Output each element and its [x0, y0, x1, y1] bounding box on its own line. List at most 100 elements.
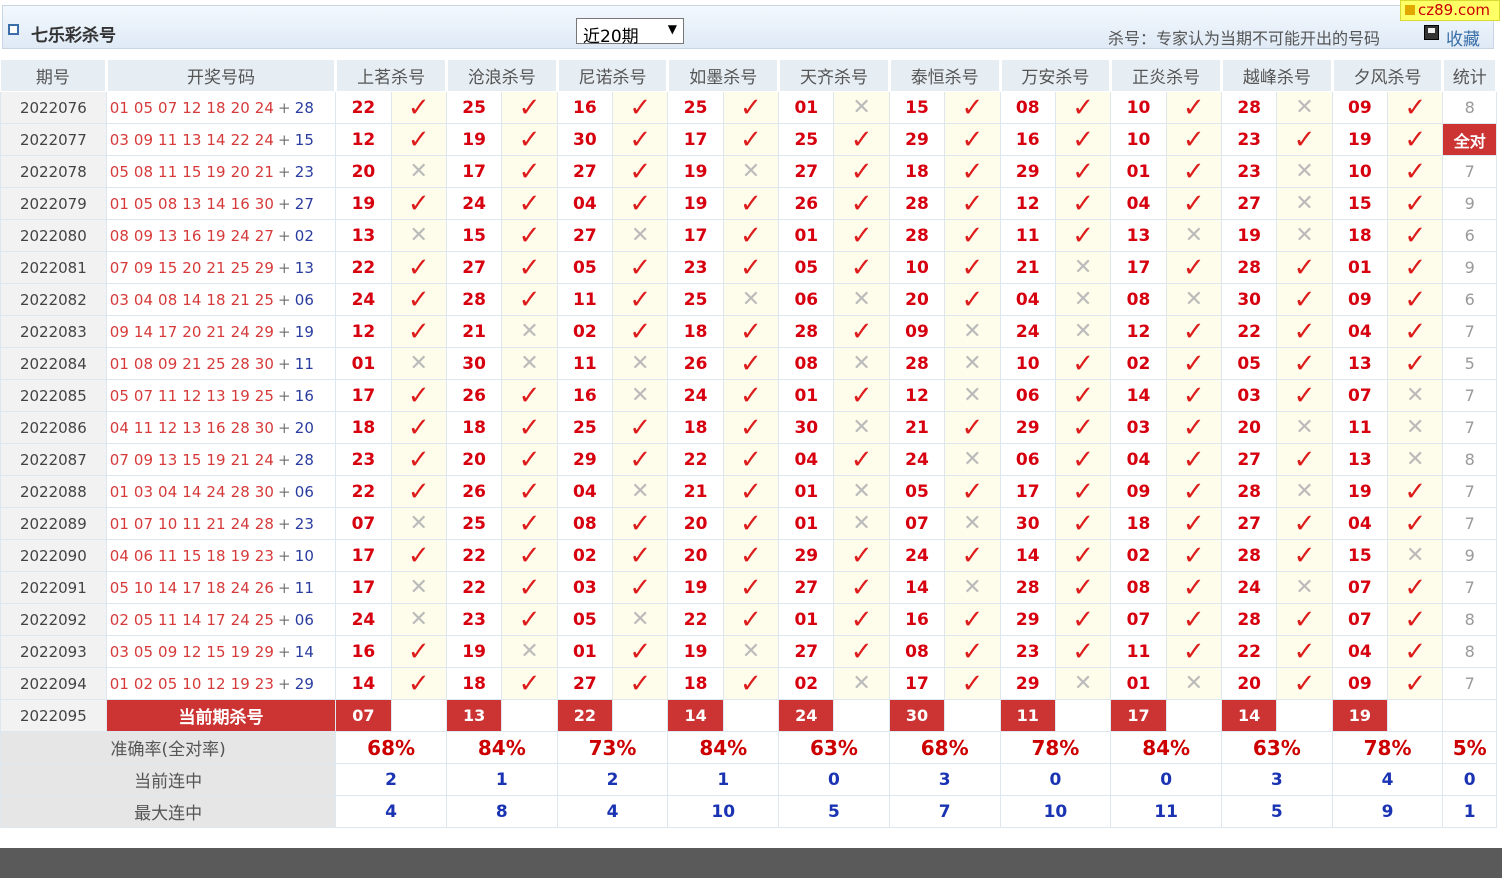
column-header-expert: 越峰杀号 — [1220, 59, 1334, 92]
kill-number-cell: 10 — [888, 251, 946, 284]
column-header-period: 期号 — [0, 59, 108, 92]
plus-sign: + — [278, 386, 291, 405]
check-icon: ✓ — [722, 187, 780, 220]
kill-number-cell: 23 — [1220, 123, 1278, 156]
draw-number: 17 — [182, 578, 202, 597]
plus-sign: + — [278, 194, 291, 213]
site-badge[interactable]: cz89.com — [1400, 0, 1500, 21]
kill-number-cell: 11 — [1110, 635, 1167, 668]
stat-cell: 9 — [1442, 251, 1497, 284]
kill-number-cell: 19 — [667, 187, 724, 220]
cross-icon: ✕ — [1276, 219, 1333, 252]
cross-icon: ✕ — [612, 379, 669, 412]
cross-icon: ✕ — [944, 379, 1001, 412]
special-number: 20 — [294, 418, 314, 437]
kill-number-cell: 05 — [888, 475, 946, 508]
check-icon: ✓ — [944, 155, 1001, 188]
draw-number: 21 — [230, 450, 250, 469]
draw-number: 24 — [230, 578, 250, 597]
draw-numbers-cell: 04 06 11 15 18 19 23 +10 — [105, 539, 337, 572]
draw-number: 11 — [158, 546, 178, 565]
stat-cell: 7 — [1442, 379, 1497, 412]
table-row: 2022083 09 14 17 20 21 24 29 +19 12 ✓ 21 ✕ 02 ✓ 1… — [0, 315, 1497, 348]
draw-number: 04 — [158, 482, 178, 501]
save-link[interactable]: 收藏 — [1446, 25, 1480, 50]
draw-number: 14 — [158, 578, 178, 597]
kill-number-cell: 28 — [1220, 251, 1278, 284]
draw-number: 07 — [109, 258, 129, 277]
check-icon: ✓ — [1054, 155, 1112, 188]
check-icon: ✓ — [833, 315, 890, 348]
kill-number-cell: 18 — [445, 411, 503, 444]
draw-number: 27 — [254, 226, 275, 245]
check-icon: ✓ — [1165, 347, 1222, 380]
plus-sign: + — [278, 546, 291, 565]
kill-number-cell: 28 — [1220, 539, 1278, 572]
check-icon: ✓ — [1165, 187, 1222, 220]
kill-number-cell: 19 — [1220, 219, 1278, 252]
cross-icon: ✕ — [1387, 379, 1444, 412]
check-icon: ✓ — [501, 91, 558, 124]
draw-number: 29 — [254, 322, 275, 341]
check-icon: ✓ — [722, 91, 780, 124]
check-icon: ✓ — [390, 123, 447, 156]
cross-icon: ✕ — [612, 603, 669, 636]
plus-sign: + — [278, 418, 291, 437]
check-icon: ✓ — [833, 603, 890, 636]
kill-number-cell: 29 — [999, 411, 1056, 444]
kill-number-cell: 20 — [1220, 411, 1278, 444]
current-streak-row: 当前连中 2 1 2 1 0 3 0 0 3 4 0 — [0, 763, 1497, 796]
current-streak-label: 当前连中 — [0, 763, 337, 796]
kill-number-cell: 01 — [778, 91, 835, 124]
kill-number-cell: 24 — [445, 187, 503, 220]
draw-number: 08 — [158, 194, 178, 213]
check-icon: ✓ — [722, 411, 780, 444]
draw-numbers-cell: 07 09 13 15 19 21 24 +28 — [105, 443, 337, 476]
kill-number-cell: 18 — [667, 667, 724, 700]
cross-icon: ✕ — [833, 667, 890, 700]
column-header-stat: 统计 — [1442, 59, 1498, 92]
kill-number-cell: 10 — [1110, 91, 1167, 124]
plus-sign: + — [278, 98, 291, 117]
stat-cell: 8 — [1442, 443, 1497, 476]
period-select[interactable]: 近20期 ▼ — [576, 18, 684, 47]
max-streak-value: 4 — [556, 795, 669, 828]
kill-number-cell: 20 — [335, 155, 392, 188]
stat-cell: 7 — [1442, 411, 1497, 444]
period-cell: 2022083 — [0, 315, 107, 348]
draw-number: 08 — [133, 162, 154, 181]
table-row: 2022090 04 06 11 15 18 19 23 +10 17 ✓ 22 ✓ 02 ✓ 2… — [0, 539, 1497, 572]
kill-number-cell: 24 — [999, 315, 1056, 348]
current-kill-number: 19 — [1331, 699, 1389, 732]
draw-number: 13 — [182, 194, 202, 213]
draw-number: 01 — [109, 354, 129, 373]
kill-number-cell: 19 — [667, 571, 724, 604]
check-icon: ✓ — [1276, 123, 1333, 156]
kill-number-cell: 20 — [667, 507, 724, 540]
check-icon: ✓ — [833, 443, 890, 476]
draw-number: 10 — [133, 578, 154, 597]
check-icon: ✓ — [390, 539, 447, 572]
kill-number-cell: 04 — [1331, 635, 1389, 668]
period-cell: 2022093 — [0, 635, 107, 668]
kill-number-cell: 04 — [1110, 187, 1167, 220]
check-icon: ✓ — [722, 123, 780, 156]
check-icon: ✓ — [833, 635, 890, 668]
draw-numbers-cell: 01 02 05 10 12 19 23 +29 — [105, 667, 337, 700]
kill-number-cell: 25 — [445, 507, 503, 540]
check-icon: ✓ — [1054, 443, 1112, 476]
kill-number-cell: 18 — [667, 315, 724, 348]
draw-number: 12 — [182, 98, 202, 117]
empty-cell — [722, 699, 780, 732]
max-streak-value: 7 — [888, 795, 1001, 828]
kill-number-cell: 07 — [1331, 571, 1389, 604]
current-streak-value: 0 — [1110, 763, 1222, 796]
draw-number: 10 — [158, 514, 178, 533]
kill-number-cell: 29 — [999, 155, 1056, 188]
kill-number-cell: 17 — [999, 475, 1056, 508]
kill-number-cell: 14 — [335, 667, 392, 700]
cross-icon: ✕ — [722, 635, 780, 668]
draw-number: 13 — [182, 418, 202, 437]
kill-number-cell: 28 — [888, 219, 946, 252]
save-disk-icon[interactable] — [1424, 25, 1439, 40]
